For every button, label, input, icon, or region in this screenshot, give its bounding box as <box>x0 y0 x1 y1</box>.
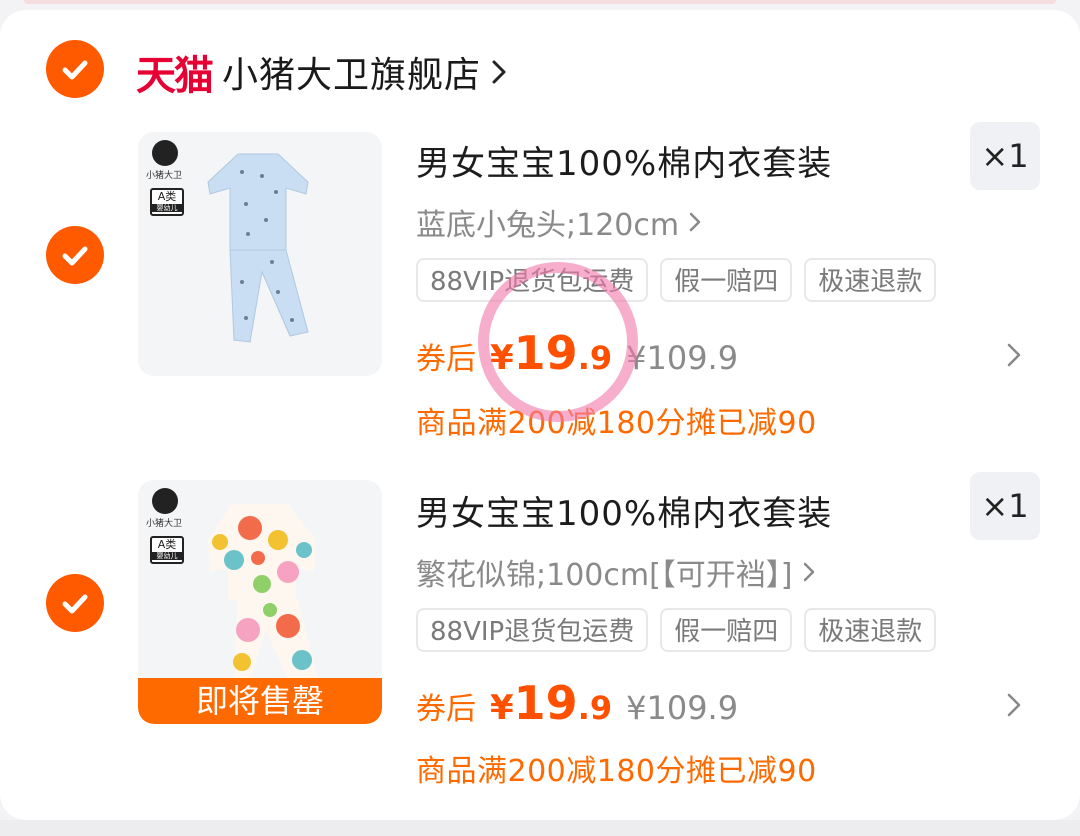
tmall-logo: 天猫 <box>136 53 214 99</box>
service-tag: 极速退款 <box>804 258 937 302</box>
service-tag: 假一赔四 <box>660 608 793 652</box>
product-spec: 蓝底小兔头;120cm <box>416 208 680 243</box>
product-spec-selector[interactable]: 繁花似锦;100cm[【可开裆】] <box>416 550 817 594</box>
price-currency: ¥ <box>490 688 514 728</box>
check-icon <box>62 246 88 266</box>
shop-header[interactable]: 天猫 小猪大卫旗舰店 <box>136 44 509 100</box>
product-spec: 繁花似锦;100cm[【可开裆】] <box>416 558 793 593</box>
service-tags: 88VIP退货包运费 假一赔四 极速退款 <box>416 608 937 652</box>
quantity-selector[interactable]: ×1 <box>970 122 1040 190</box>
chevron-right-icon <box>803 562 814 582</box>
price-decimal: .9 <box>577 689 613 727</box>
chevron-right-icon[interactable] <box>489 57 509 87</box>
discount-note: 商品满200减180分摊已减90 <box>416 406 817 441</box>
coupon-price-label: 券后 <box>416 342 476 377</box>
price-integer: 19 <box>513 676 578 730</box>
coupon-price-label: 券后 <box>416 692 476 727</box>
original-price: ¥109.9 <box>626 689 739 727</box>
pink-circle-annotation <box>478 262 638 422</box>
service-tag: 88VIP退货包运费 <box>416 608 649 652</box>
stock-status-banner: 即将售罄 <box>138 678 382 724</box>
chevron-right-icon[interactable] <box>1004 690 1024 720</box>
chevron-right-icon <box>689 212 701 232</box>
product-image[interactable]: 小猪大卫 A类 婴幼儿 即将售罄 <box>138 480 382 724</box>
price-row: 券后 ¥ 19 .9 ¥109.9 <box>416 676 738 730</box>
service-tag: 假一赔四 <box>660 258 793 302</box>
previous-card-edge <box>24 0 1056 4</box>
product-title[interactable]: 男女宝宝100%棉内衣套装 <box>416 486 832 535</box>
item-select-checkbox[interactable] <box>46 574 104 632</box>
shop-select-checkbox[interactable] <box>46 40 104 98</box>
discount-note: 商品满200减180分摊已减90 <box>416 754 817 789</box>
chevron-right-icon[interactable] <box>1004 340 1024 370</box>
check-icon <box>62 60 88 80</box>
pajama-illustration <box>207 153 309 343</box>
original-price: ¥109.9 <box>626 339 739 377</box>
quantity-selector[interactable]: ×1 <box>970 472 1040 540</box>
check-icon <box>62 594 88 614</box>
product-title[interactable]: 男女宝宝100%棉内衣套装 <box>416 136 832 185</box>
shop-name[interactable]: 小猪大卫旗舰店 <box>222 46 481 98</box>
item-select-checkbox[interactable] <box>46 226 104 284</box>
product-spec-selector[interactable]: 蓝底小兔头;120cm <box>416 200 703 244</box>
product-image[interactable]: 小猪大卫 A类 婴幼儿 <box>138 132 382 376</box>
bottom-strip <box>0 820 1080 836</box>
service-tag: 极速退款 <box>804 608 937 652</box>
